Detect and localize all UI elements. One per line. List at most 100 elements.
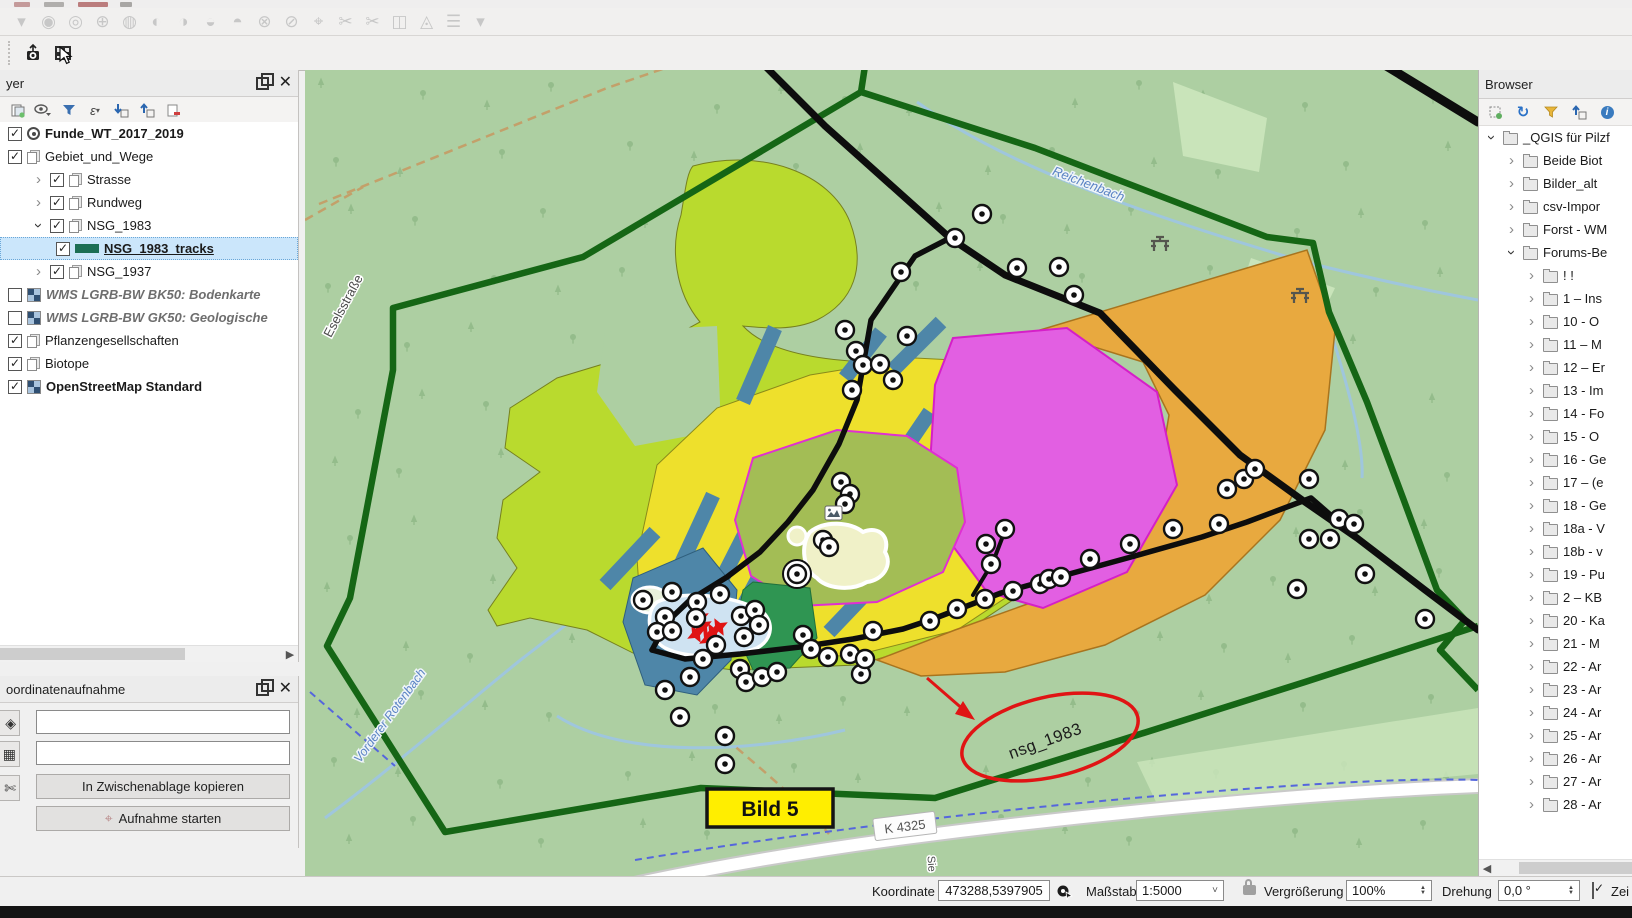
layer-item-biotope[interactable]: Biotope <box>0 352 298 375</box>
expander-icon[interactable]: › <box>1525 613 1538 628</box>
layer-checkbox[interactable] <box>56 242 70 256</box>
expander-icon[interactable]: › <box>1525 728 1538 743</box>
expander-icon[interactable]: › <box>1525 659 1538 674</box>
digitize-tool-13[interactable]: ✂ <box>359 10 386 34</box>
browser-item[interactable]: ›26 - Ar <box>1479 747 1632 770</box>
magnifier-spinbox[interactable]: 100% ▲▼ <box>1346 880 1432 901</box>
collapse-all-icon[interactable] <box>136 100 158 120</box>
open-styling-dock-icon[interactable] <box>6 100 28 120</box>
scrollbar-thumb[interactable] <box>0 648 185 660</box>
toolbar-handle[interactable] <box>8 41 14 65</box>
lock-scale-icon[interactable] <box>1243 885 1256 895</box>
expander-icon[interactable]: › <box>1505 199 1518 214</box>
browser-item[interactable]: ›Bilder_alt <box>1479 172 1632 195</box>
digitize-tool-2[interactable]: ◎ <box>62 10 89 34</box>
expander-icon[interactable]: › <box>32 195 45 210</box>
browser-item[interactable]: ›Beide Biot <box>1479 149 1632 172</box>
expander-icon[interactable]: › <box>32 264 45 279</box>
expand-all-icon[interactable] <box>110 100 132 120</box>
digitize-tool-11[interactable]: ⌖ <box>305 10 332 34</box>
layer-checkbox[interactable] <box>8 380 22 394</box>
properties-info-icon[interactable]: i <box>1596 102 1618 122</box>
expander-icon[interactable]: › <box>1505 176 1518 191</box>
filter-expression-icon[interactable]: ε▾ <box>84 100 106 120</box>
expander-icon[interactable]: › <box>1484 131 1499 144</box>
expander-icon[interactable]: › <box>1525 360 1538 375</box>
expander-icon[interactable]: › <box>1505 153 1518 168</box>
layer-item-wms-lgrb-bw-gk50-geologische[interactable]: WMS LGRB-BW GK50: Geologische <box>0 306 298 329</box>
coordinate-field-1[interactable] <box>36 710 290 734</box>
spinner-arrows-icon[interactable]: ▲▼ <box>1420 886 1426 896</box>
layer-item-rundweg[interactable]: ›Rundweg <box>0 191 298 214</box>
layer-item-pflanzengesellschaften[interactable]: Pflanzengesellschaften <box>0 329 298 352</box>
layer-checkbox[interactable] <box>8 127 22 141</box>
browser-item[interactable]: ›Forums-Be <box>1479 241 1632 264</box>
panel-close-icon[interactable]: ✕ <box>279 75 292 91</box>
digitize-tool-6[interactable]: ◑ <box>170 10 197 34</box>
scale-combobox[interactable]: 1:5000 ˅ <box>1136 880 1224 901</box>
browser-item[interactable]: ›18b - v <box>1479 540 1632 563</box>
digitize-tool-1[interactable]: ◉ <box>35 10 62 34</box>
track-mouse-icon[interactable]: ✄ <box>0 775 20 801</box>
layer-checkbox[interactable] <box>8 288 22 302</box>
browser-item[interactable]: ›19 - Pu <box>1479 563 1632 586</box>
browser-item[interactable]: ›28 - Ar <box>1479 793 1632 816</box>
expander-icon[interactable]: › <box>1525 337 1538 352</box>
expander-icon[interactable]: › <box>1525 291 1538 306</box>
browser-item[interactable]: ›! ! <box>1479 264 1632 287</box>
filter-browser-icon[interactable] <box>1540 102 1562 122</box>
browser-item[interactable]: ›14 - Fo <box>1479 402 1632 425</box>
expander-icon[interactable]: › <box>1525 682 1538 697</box>
browser-item[interactable]: ›20 - Ka <box>1479 609 1632 632</box>
expander-icon[interactable]: › <box>1525 406 1538 421</box>
layer-item-strasse[interactable]: ›Strasse <box>0 168 298 191</box>
rotation-spinbox[interactable]: 0,0 ° ▲▼ <box>1498 880 1580 901</box>
expander-icon[interactable]: › <box>1525 498 1538 513</box>
digitize-tool-14[interactable]: ◫ <box>386 10 413 34</box>
digitize-tool-4[interactable]: ◍ <box>116 10 143 34</box>
layer-item-funde-wt-2017-2019[interactable]: Funde_WT_2017_2019 <box>0 122 298 145</box>
add-selected-layers-icon[interactable] <box>1484 102 1506 122</box>
browser-item[interactable]: ›13 - Im <box>1479 379 1632 402</box>
browser-item[interactable]: ›11 – M <box>1479 333 1632 356</box>
layer-item-gebiet-und-wege[interactable]: Gebiet_und_Wege <box>0 145 298 168</box>
expander-icon[interactable]: › <box>1525 774 1538 789</box>
browser-item[interactable]: ›24 - Ar <box>1479 701 1632 724</box>
panel-float-icon[interactable] <box>256 683 269 696</box>
layers-hscrollbar[interactable]: ▶ <box>0 645 298 662</box>
spinner-arrows-icon[interactable]: ▲▼ <box>1568 886 1574 896</box>
browser-item[interactable]: ›22 - Ar <box>1479 655 1632 678</box>
expander-icon[interactable]: › <box>1525 429 1538 444</box>
expander-icon[interactable]: › <box>1525 383 1538 398</box>
expander-icon[interactable]: › <box>32 172 45 187</box>
expander-icon[interactable]: › <box>31 219 46 232</box>
layer-item-nsg-1983-tracks[interactable]: NSG_1983_tracks <box>0 237 298 260</box>
map-canvas[interactable]: Eselsstraße Reichenbach Vorderer Rotenba… <box>305 70 1478 876</box>
layer-checkbox[interactable] <box>50 196 64 210</box>
browser-item[interactable]: ›12 – Er <box>1479 356 1632 379</box>
scroll-right-icon[interactable]: ▶ <box>282 646 298 662</box>
expander-icon[interactable]: › <box>1525 567 1538 582</box>
browser-item[interactable]: ›18a - V <box>1479 517 1632 540</box>
digitize-tool-3[interactable]: ⊕ <box>89 10 116 34</box>
copy-to-clipboard-button[interactable]: In Zwischenablage kopieren <box>36 774 290 799</box>
layer-item-nsg-1937[interactable]: ›NSG_1937 <box>0 260 298 283</box>
browser-item[interactable]: ›15 - O <box>1479 425 1632 448</box>
expander-icon[interactable]: › <box>1525 314 1538 329</box>
layer-item-wms-lgrb-bw-bk50-bodenkarte[interactable]: WMS LGRB-BW BK50: Bodenkarte <box>0 283 298 306</box>
browser-item[interactable]: ›2 – KB <box>1479 586 1632 609</box>
start-capture-button[interactable]: ⌖ Aufnahme starten <box>36 806 290 831</box>
layer-checkbox[interactable] <box>8 311 22 325</box>
layer-item-nsg-1983[interactable]: ›NSG_1983 <box>0 214 298 237</box>
crs-icon[interactable]: ◈ <box>0 710 20 736</box>
expander-icon[interactable]: › <box>1525 544 1538 559</box>
expander-icon[interactable]: › <box>1525 590 1538 605</box>
digitize-tool-15[interactable]: ◬ <box>413 10 440 34</box>
browser-item[interactable]: ›23 - Ar <box>1479 678 1632 701</box>
render-checkbox[interactable] <box>1592 882 1594 899</box>
layer-checkbox[interactable] <box>8 357 22 371</box>
toolbar-dropdown-caret[interactable]: ▾ <box>467 10 494 34</box>
refresh-icon[interactable]: ↻ <box>1512 102 1534 122</box>
digitize-tool-5[interactable]: ◐ <box>143 10 170 34</box>
grid-coordinate-icon[interactable]: ▦ <box>0 741 20 767</box>
